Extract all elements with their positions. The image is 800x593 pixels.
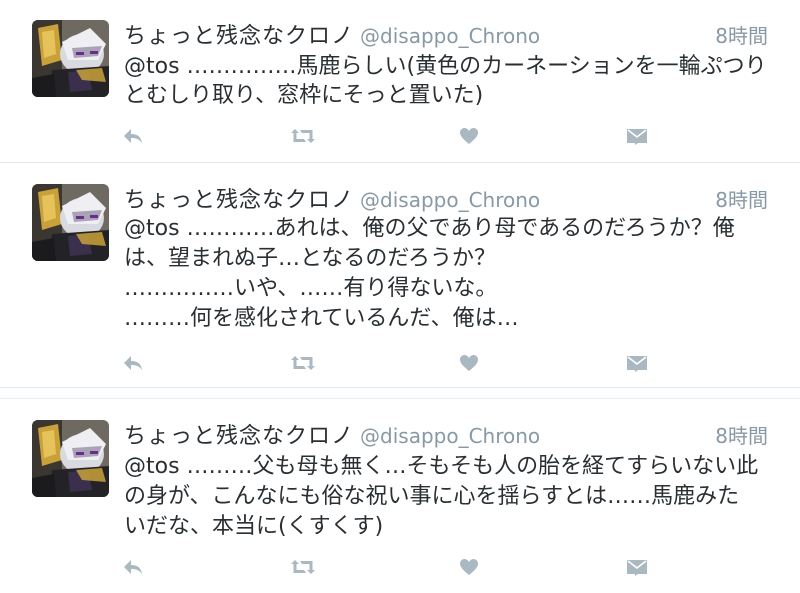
tweet-text-line: @tos ………父も母も無く…そもそも人の胎を経てすらいない此 [124, 454, 759, 479]
tweet-text-line: の身が、こんなにも俗な祝い事に心を揺らすとは……馬鹿みた [124, 484, 740, 509]
retweet-button[interactable] [290, 555, 316, 579]
avatar[interactable] [32, 20, 109, 97]
timeline: ちょっと残念なクロノ @disappo_Chrono 8時間 @tos ……………… [0, 0, 800, 593]
reply-button[interactable] [120, 124, 146, 148]
reply-icon [124, 356, 142, 370]
tweet-text-line: ………何を感化されているんだ、俺は… [124, 306, 519, 331]
heart-icon [460, 559, 478, 575]
tweet-divider [0, 162, 800, 163]
retweet-button[interactable] [290, 124, 316, 148]
retweet-button[interactable] [290, 351, 316, 375]
tweet-divider [0, 387, 800, 388]
user-handle[interactable]: @disappo_Chrono [360, 424, 540, 448]
direct-message-button[interactable] [624, 351, 650, 375]
tweet[interactable]: ちょっと残念なクロノ @disappo_Chrono 8時間 @tos …………あ… [0, 164, 800, 388]
tweet[interactable]: ちょっと残念なクロノ @disappo_Chrono 8時間 @tos ………父も… [0, 400, 800, 593]
heart-icon [460, 128, 478, 144]
envelope-icon [627, 356, 647, 372]
display-name[interactable]: ちょっと残念なクロノ [124, 188, 354, 213]
like-button[interactable] [456, 351, 482, 375]
retweet-icon [291, 356, 315, 370]
reply-button[interactable] [120, 555, 146, 579]
tweet-header: ちょっと残念なクロノ @disappo_Chrono [124, 418, 540, 449]
tweet-divider [0, 398, 800, 399]
direct-message-button[interactable] [624, 555, 650, 579]
heart-icon [460, 355, 478, 371]
tweet-text: @tos ……………馬鹿らしい(黄色のカーネーションを一輪ぷつり とむしり取り、… [124, 52, 767, 110]
avatar-image [32, 184, 109, 261]
display-name[interactable]: ちょっと残念なクロノ [124, 24, 354, 49]
tweet-text-line: ……………いや、……有り得ないな。 [124, 276, 498, 301]
avatar-image [32, 20, 109, 97]
timestamp[interactable]: 8時間 [715, 184, 768, 213]
timestamp[interactable]: 8時間 [715, 20, 768, 49]
tweet-text-line: @tos ……………馬鹿らしい(黄色のカーネーションを一輪ぷつり [124, 54, 767, 79]
reply-button[interactable] [120, 351, 146, 375]
like-button[interactable] [456, 124, 482, 148]
reply-icon [124, 560, 142, 574]
tweet[interactable]: ちょっと残念なクロノ @disappo_Chrono 8時間 @tos ……………… [0, 0, 800, 163]
avatar-image [32, 420, 109, 497]
avatar[interactable] [32, 420, 109, 497]
reply-icon [124, 129, 142, 143]
display-name[interactable]: ちょっと残念なクロノ [124, 424, 354, 449]
envelope-icon [627, 560, 647, 576]
tweet-actions [120, 555, 660, 579]
timestamp[interactable]: 8時間 [715, 420, 768, 449]
tweet-text: @tos …………あれは、俺の父であり母であるのだろうか？俺 は、望まれぬ子…と… [124, 214, 754, 334]
tweet-header: ちょっと残念なクロノ @disappo_Chrono [124, 182, 540, 213]
direct-message-button[interactable] [624, 124, 650, 148]
tweet-text: @tos ………父も母も無く…そもそも人の胎を経てすらいない此 の身が、こんなに… [124, 452, 759, 542]
tweet-text-line: は、望まれぬ子…となるのだろうか？ [124, 246, 497, 271]
tweet-actions [120, 351, 660, 375]
retweet-icon [291, 560, 315, 574]
tweet-header: ちょっと残念なクロノ @disappo_Chrono [124, 18, 540, 49]
avatar[interactable] [32, 184, 109, 261]
retweet-icon [291, 129, 315, 143]
user-handle[interactable]: @disappo_Chrono [360, 188, 540, 212]
tweet-actions [120, 124, 660, 148]
tweet-text-line: とむしり取り、窓枠にそっと置いた) [124, 83, 484, 108]
tweet-text-line: いだな、本当に(くすくす) [124, 514, 384, 539]
tweet-text-line: @tos …………あれは、俺の父であり母であるのだろうか？俺 [124, 216, 735, 241]
envelope-icon [627, 129, 647, 145]
like-button[interactable] [456, 555, 482, 579]
user-handle[interactable]: @disappo_Chrono [360, 24, 540, 48]
